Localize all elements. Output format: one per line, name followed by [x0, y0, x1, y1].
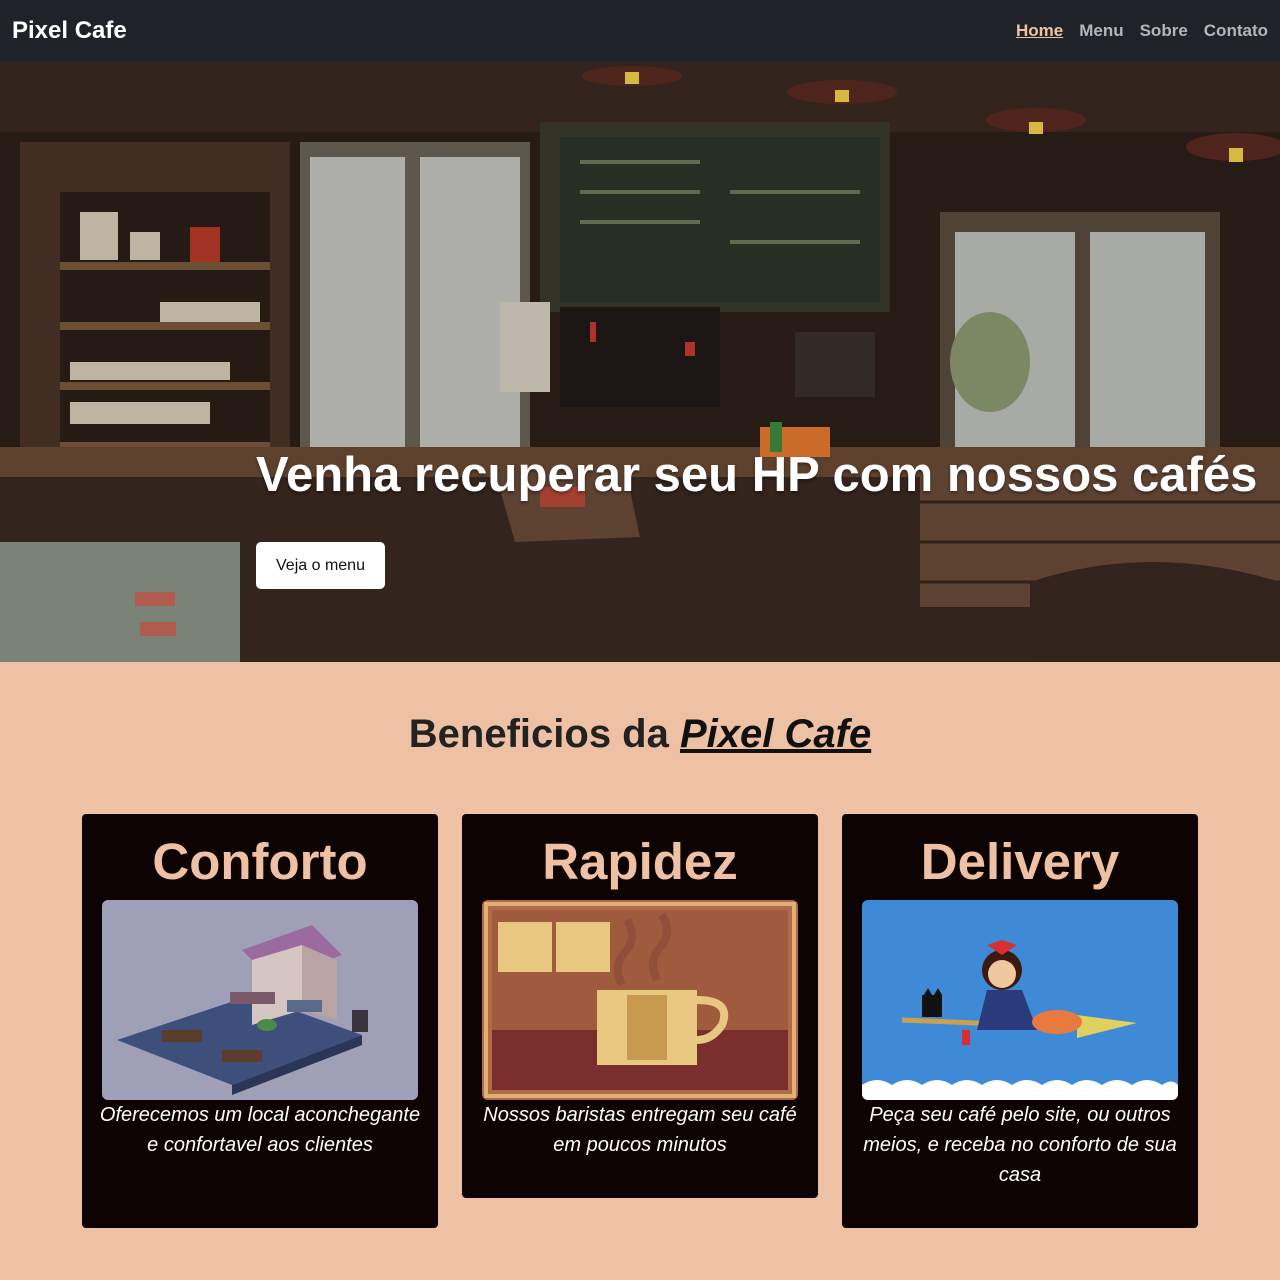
benefit-card-title: Conforto: [152, 833, 368, 890]
benefit-card-text: Oferecemos um local aconchegante e confo…: [99, 1104, 421, 1156]
coffee-cup-image: [482, 900, 798, 1100]
benefit-card-title: Delivery: [920, 833, 1120, 890]
brand-logo[interactable]: Pixel Cafe: [12, 17, 127, 45]
benefit-card-conforto: Conforto Oferecemos um local aconchegant…: [82, 814, 438, 1228]
nav-link-sobre[interactable]: Sobre: [1140, 21, 1188, 41]
benefit-card-text: Peça seu café pelo site, ou outros meios…: [863, 1104, 1177, 1186]
benefit-card-text: Nossos baristas entregam seu café em pou…: [483, 1104, 797, 1156]
hero-title: Venha recuperar seu HP com nossos cafés: [256, 448, 1258, 502]
nav-link-contato[interactable]: Contato: [1204, 21, 1268, 41]
benefits-section: Beneficios da Pixel Cafe Conforto Oferec…: [0, 662, 1280, 1280]
benefits-heading: Beneficios da Pixel Cafe: [0, 712, 1280, 757]
benefit-card-image: [482, 900, 798, 1100]
benefit-card-rapidez: Rapidez Nossos baristas entregam seu caf…: [462, 814, 818, 1198]
benefit-card-delivery: Delivery Peça seu café pelo site, ou out…: [842, 814, 1198, 1228]
see-menu-button[interactable]: Veja o menu: [256, 542, 385, 589]
benefits-heading-prefix: Beneficios da: [408, 712, 669, 756]
benefit-card-image: [862, 900, 1178, 1100]
isometric-cafe-image: [102, 900, 418, 1100]
hero-background-image: [0, 62, 1280, 662]
benefit-card-title: Rapidez: [542, 833, 738, 890]
benefits-heading-brand: Pixel Cafe: [679, 712, 872, 756]
benefit-card-image: [102, 900, 418, 1100]
nav-link-home[interactable]: Home: [1016, 21, 1063, 41]
nav-link-menu[interactable]: Menu: [1079, 21, 1123, 41]
nav-links: Home Menu Sobre Contato: [1016, 21, 1268, 41]
navbar: Pixel Cafe Home Menu Sobre Contato: [0, 0, 1280, 62]
hero-section: Venha recuperar seu HP com nossos cafés …: [0, 62, 1280, 662]
witch-broom-image: [862, 900, 1178, 1100]
